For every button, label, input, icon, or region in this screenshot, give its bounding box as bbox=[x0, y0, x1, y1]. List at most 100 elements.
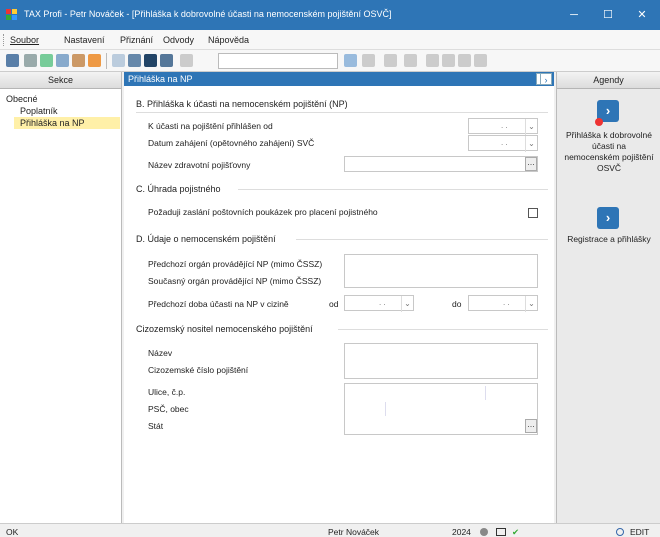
help-icon[interactable] bbox=[474, 54, 487, 67]
page-icon[interactable] bbox=[112, 54, 125, 67]
minimize-button[interactable]: ─ bbox=[564, 6, 584, 24]
menu-priznani[interactable]: Přiznání bbox=[120, 35, 153, 45]
status-check-icon: ✔ bbox=[512, 527, 520, 537]
grid-icon[interactable] bbox=[458, 54, 471, 67]
section-c-divider bbox=[238, 189, 548, 190]
section-item-obecne[interactable]: Obecné bbox=[6, 93, 38, 105]
label-doba-ucasti: Předchozí doba účasti na NP v cizině bbox=[148, 299, 289, 309]
export-icon[interactable] bbox=[72, 54, 85, 67]
stat-browse-button[interactable]: … bbox=[525, 419, 537, 433]
filter-icon[interactable] bbox=[344, 54, 357, 67]
doba-do-date-field[interactable]: . . ⌄ bbox=[468, 295, 538, 312]
label-datum-zahajeni: Datum zahájení (opětovného zahájení) SVČ bbox=[148, 138, 315, 148]
table-icon[interactable] bbox=[442, 54, 455, 67]
preview-icon[interactable] bbox=[56, 54, 69, 67]
label-ulice: Ulice, č.p. bbox=[148, 387, 186, 397]
doba-od-date-field[interactable]: . . ⌄ bbox=[344, 295, 414, 312]
section-c-title: C. Úhrada pojistného bbox=[136, 184, 221, 194]
send-icon[interactable] bbox=[160, 54, 173, 67]
warning-dot-icon bbox=[595, 118, 603, 126]
section-d-title: D. Údaje o nemocenském pojištění bbox=[136, 234, 276, 244]
foreign-section-divider bbox=[338, 329, 548, 330]
toolbar-separator bbox=[106, 53, 107, 69]
menu-grip bbox=[3, 34, 5, 46]
agendas-header: Agendy bbox=[557, 72, 660, 89]
sections-header: Sekce bbox=[0, 72, 121, 89]
k-ucasti-date-field[interactable]: . . ⌄ bbox=[468, 118, 538, 135]
label-psc-obec: PSČ, obec bbox=[148, 404, 189, 414]
section-d-divider bbox=[296, 239, 548, 240]
status-mail-icon bbox=[496, 528, 506, 536]
agenda-item-prihlaska[interactable]: Přihláška k dobrovolné účasti na nemocen… bbox=[564, 130, 654, 174]
chevron-down-icon[interactable]: ⌄ bbox=[401, 296, 413, 312]
window-title: TAX Profi - Petr Nováček - [Přihláška k … bbox=[24, 9, 392, 19]
maximize-button[interactable]: ☐ bbox=[598, 6, 618, 24]
save-icon[interactable] bbox=[144, 54, 157, 67]
label-pozaduji: Požaduji zaslání poštovních poukázek pro… bbox=[148, 207, 378, 217]
label-predchozi-organ: Předchozí orgán provádějící NP (mimo ČSS… bbox=[148, 259, 323, 269]
label-pojistovna: Název zdravotní pojišťovny bbox=[148, 160, 251, 170]
date-placeholder: . . bbox=[501, 138, 508, 147]
calc-icon[interactable] bbox=[404, 54, 417, 67]
status-bar: OK Petr Nováček 2024 ✔ EDIT bbox=[0, 523, 660, 537]
status-edit: EDIT bbox=[630, 527, 650, 537]
menu-nastaveni[interactable]: Nastavení bbox=[64, 35, 105, 45]
new-icon[interactable] bbox=[6, 54, 19, 67]
copy-icon[interactable] bbox=[180, 54, 193, 67]
list-icon[interactable] bbox=[426, 54, 439, 67]
label-od: od bbox=[329, 299, 339, 309]
status-ok: OK bbox=[6, 527, 19, 537]
section-b-title: B. Přihláška k účasti na nemocenském poj… bbox=[136, 99, 348, 109]
label-cizozemske-cislo: Cizozemské číslo pojištění bbox=[148, 365, 249, 375]
chevron-down-icon[interactable]: ⌄ bbox=[525, 136, 537, 152]
main-header: Přihláška na NP bbox=[124, 72, 554, 86]
folder-icon[interactable] bbox=[88, 54, 101, 67]
open-icon[interactable] bbox=[24, 54, 37, 67]
address-block[interactable] bbox=[344, 383, 538, 435]
menu-napoveda[interactable]: Nápověda bbox=[208, 35, 249, 45]
chevron-down-icon[interactable]: ⌄ bbox=[525, 119, 537, 135]
title-bar: TAX Profi - Petr Nováček - [Přihláška k … bbox=[0, 0, 660, 30]
sum-icon[interactable] bbox=[362, 54, 375, 67]
menu-odvody[interactable]: Odvody bbox=[163, 35, 194, 45]
label-k-ucasti: K účasti na pojištění přihlášen od bbox=[148, 121, 273, 131]
status-user: Petr Nováček bbox=[328, 527, 380, 537]
label-do: do bbox=[452, 299, 462, 309]
label-soucasny-organ: Současný orgán provádějící NP (mimo ČSSZ… bbox=[148, 276, 322, 286]
nositel-textarea[interactable] bbox=[344, 343, 538, 379]
print-icon[interactable] bbox=[40, 54, 53, 67]
label-nazev: Název bbox=[148, 348, 173, 358]
status-year: 2024 bbox=[452, 527, 471, 537]
close-button[interactable]: ✕ bbox=[632, 6, 652, 24]
menu-bar: Soubor Nastavení Přiznání Odvody Nápověd… bbox=[0, 30, 660, 50]
edit-mode-icon bbox=[616, 528, 624, 536]
agendas-panel: Agendy › Přihláška k dobrovolné účasti n… bbox=[556, 72, 660, 523]
sections-panel: Sekce Obecné Poplatník Přihláška na NP bbox=[0, 72, 122, 523]
column-divider bbox=[385, 402, 386, 416]
date-placeholder: . . bbox=[503, 298, 510, 307]
sign-icon[interactable] bbox=[128, 54, 141, 67]
section-item-poplatnik[interactable]: Poplatník bbox=[20, 105, 58, 117]
pojistovna-input[interactable] bbox=[344, 156, 538, 172]
foreign-section-title: Cizozemský nositel nemocenského pojištěn… bbox=[136, 324, 313, 334]
agenda-registration-icon[interactable]: › bbox=[597, 207, 619, 229]
column-divider bbox=[485, 386, 486, 400]
report-icon[interactable] bbox=[384, 54, 397, 67]
toolbar bbox=[0, 50, 660, 72]
section-b-divider bbox=[136, 112, 548, 113]
chevron-down-icon[interactable]: ⌄ bbox=[525, 296, 537, 312]
section-item-prihlaska[interactable]: Přihláška na NP bbox=[14, 117, 120, 129]
pozaduji-checkbox[interactable] bbox=[528, 208, 538, 218]
agenda-item-registrace[interactable]: Registrace a přihlášky bbox=[564, 234, 654, 245]
datum-zahajeni-date-field[interactable]: . . ⌄ bbox=[468, 135, 538, 152]
status-globe-icon bbox=[480, 528, 488, 536]
main-panel: Přihláška na NP ‹ › B. Přihláška k účast… bbox=[124, 72, 554, 523]
toolbar-search-input[interactable] bbox=[218, 53, 338, 69]
pojistovna-browse-button[interactable]: … bbox=[525, 157, 537, 171]
date-placeholder: . . bbox=[379, 298, 386, 307]
nav-next-button[interactable]: › bbox=[540, 73, 552, 85]
organ-textarea[interactable] bbox=[344, 254, 538, 288]
date-placeholder: . . bbox=[501, 121, 508, 130]
menu-soubor[interactable]: Soubor bbox=[10, 35, 39, 45]
app-logo-icon bbox=[6, 9, 17, 20]
